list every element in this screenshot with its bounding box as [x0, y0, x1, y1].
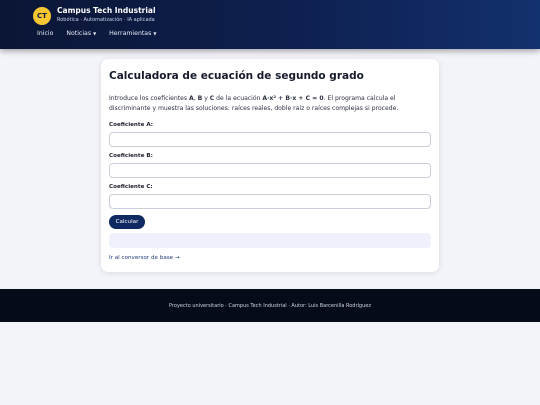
- nav-label: Herramientas: [109, 30, 152, 37]
- result-box: [109, 233, 431, 248]
- intro-part: de la ecuación: [214, 95, 263, 102]
- chevron-down-icon: ▼: [153, 31, 157, 36]
- coef-a-label: Coeficiente A:: [109, 122, 153, 128]
- base-converter-link[interactable]: Ir al conversor de base →: [109, 255, 180, 261]
- site-header: CT Campus Tech Industrial Robótica · Aut…: [0, 0, 540, 49]
- footer-text: Proyecto universitario · Campus Tech Ind…: [169, 302, 371, 309]
- brand[interactable]: CT Campus Tech Industrial Robótica · Aut…: [33, 6, 156, 25]
- coef-a-input[interactable]: [109, 132, 431, 147]
- coef-c-label: Coeficiente C:: [109, 184, 153, 190]
- site-title: Campus Tech Industrial: [57, 6, 156, 15]
- coef-c-input[interactable]: [109, 194, 431, 209]
- calculator-card: Calculadora de ecuación de segundo grado…: [101, 59, 439, 272]
- site-footer: Proyecto universitario · Campus Tech Ind…: [0, 289, 540, 322]
- coef-b-input[interactable]: [109, 163, 431, 178]
- intro-text: Introduce los coeficientes A, B y C de l…: [109, 94, 429, 113]
- intro-part: Introduce los coeficientes: [109, 95, 190, 102]
- logo-badge: CT: [33, 6, 51, 25]
- intro-part: y: [202, 95, 210, 102]
- page-title: Calculadora de ecuación de segundo grado: [109, 70, 364, 82]
- nav-item-herramientas[interactable]: Herramientas ▼: [109, 30, 156, 37]
- main-nav: Inicio Noticias ▼ Herramientas ▼: [37, 30, 169, 37]
- nav-label: Inicio: [37, 30, 54, 37]
- calculate-button[interactable]: Calcular: [109, 215, 145, 229]
- site-subtitle: Robótica · Automatización · IA aplicada: [57, 17, 155, 23]
- brand-text: Campus Tech Industrial Robótica · Automa…: [57, 6, 156, 25]
- chevron-down-icon: ▼: [93, 31, 97, 36]
- coef-b-label: Coeficiente B:: [109, 153, 153, 159]
- intro-equation: A·x² + B·x + C = 0: [262, 95, 324, 102]
- nav-label: Noticias: [66, 30, 92, 37]
- nav-item-noticias[interactable]: Noticias ▼: [66, 30, 96, 37]
- nav-item-inicio[interactable]: Inicio: [37, 30, 53, 37]
